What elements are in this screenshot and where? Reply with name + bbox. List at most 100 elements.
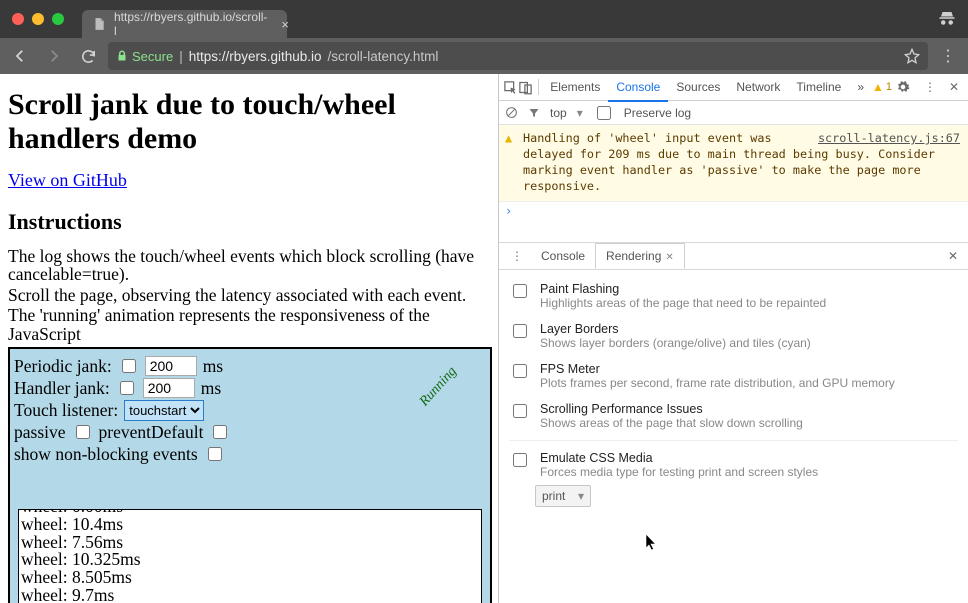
devtools-tab-strip: Elements Console Sources Network Timelin… (499, 74, 968, 101)
devtools-close-icon[interactable]: ✕ (944, 80, 964, 94)
instructions-p3: The 'running' animation represents the r… (8, 306, 490, 343)
fps-meter-checkbox[interactable] (513, 364, 527, 378)
console-context[interactable]: top (550, 106, 567, 120)
close-window-button[interactable] (12, 13, 24, 25)
rendering-option: Scrolling Performance IssuesShows areas … (509, 396, 958, 436)
rendering-title: FPS Meter (540, 362, 895, 376)
rendering-desc: Plots frames per second, frame rate dist… (540, 376, 895, 390)
handler-jank-checkbox[interactable] (120, 381, 134, 395)
console-filter-bar: top ▾ Preserve log (499, 101, 968, 125)
reload-button[interactable] (74, 42, 102, 70)
devtools-tab-network[interactable]: Network (728, 74, 788, 100)
rendering-desc: Highlights areas of the page that need t… (540, 296, 826, 310)
demo-panel: Periodic jank: ms Handler jank: ms Touch… (8, 347, 492, 603)
touch-listener-select[interactable]: touchstart (124, 400, 204, 421)
devtools-settings-icon[interactable] (896, 80, 916, 94)
rendering-option: FPS MeterPlots frames per second, frame … (509, 356, 958, 396)
forward-button[interactable] (40, 42, 68, 70)
warning-triangle-icon: ▲ (505, 131, 512, 147)
filter-icon[interactable] (528, 107, 540, 119)
traffic-lights (12, 13, 64, 25)
devtools-drawer-tabstrip: ⋮ Console Rendering✕ ✕ (499, 242, 968, 270)
scrolling-issues-checkbox[interactable] (513, 404, 527, 418)
preventdefault-label: preventDefault (99, 422, 204, 443)
preserve-log-label: Preserve log (624, 106, 691, 120)
browser-menu-button[interactable]: ⋮ (934, 46, 962, 66)
rendering-title: Layer Borders (540, 322, 811, 336)
rendering-title: Scrolling Performance Issues (540, 402, 803, 416)
device-toolbar-icon[interactable] (518, 75, 533, 99)
lock-icon: Secure (116, 49, 173, 64)
page-heading: Scroll jank due to touch/wheel handlers … (8, 88, 490, 156)
instructions-heading: Instructions (8, 209, 490, 235)
preserve-log-checkbox[interactable] (597, 106, 611, 120)
browser-tab[interactable]: https://rbyers.github.io/scroll-l × (82, 10, 287, 38)
nonblocking-label: show non-blocking events (14, 444, 198, 465)
handler-unit: ms (201, 378, 221, 399)
emulate-css-media-checkbox[interactable] (513, 453, 527, 467)
url-host: https://rbyers.github.io (189, 49, 322, 64)
periodic-jank-checkbox[interactable] (122, 359, 136, 373)
warning-count-badge[interactable]: ▲1 (872, 80, 892, 94)
content-split: Scroll jank due to touch/wheel handlers … (0, 74, 968, 603)
devtools-tab-elements[interactable]: Elements (542, 74, 608, 100)
rendering-desc: Shows areas of the page that slow down s… (540, 416, 803, 430)
back-button[interactable] (6, 42, 34, 70)
console-warning-message[interactable]: ▲ scroll-latency.js:67 Handling of 'whee… (499, 125, 968, 202)
inspect-element-icon[interactable] (503, 75, 518, 99)
css-media-select[interactable]: print▾ (535, 485, 591, 507)
warning-source-link[interactable]: scroll-latency.js:67 (818, 131, 960, 147)
instructions-p1: The log shows the touch/wheel events whi… (8, 247, 490, 284)
devtools-tab-console[interactable]: Console (608, 74, 668, 102)
devtools-tab-sources[interactable]: Sources (668, 74, 728, 100)
periodic-jank-input[interactable] (145, 356, 197, 376)
minimize-window-button[interactable] (32, 13, 44, 25)
paint-flashing-checkbox[interactable] (513, 284, 527, 298)
level-dropdown-icon[interactable]: ▾ (577, 106, 583, 120)
console-prompt[interactable]: › (499, 202, 968, 220)
event-log[interactable]: wheel: 0.00ms wheel: 10.4ms wheel: 7.56m… (18, 509, 482, 603)
incognito-icon (938, 10, 956, 26)
tab-title: https://rbyers.github.io/scroll-l (114, 10, 267, 38)
github-link[interactable]: View on GitHub (8, 170, 127, 190)
chevron-down-icon: ▾ (578, 489, 584, 503)
page-icon (92, 17, 106, 31)
nonblocking-checkbox[interactable] (208, 447, 222, 461)
drawer-tab-close-icon[interactable]: ✕ (665, 252, 673, 263)
handler-jank-input[interactable] (143, 378, 195, 398)
window-titlebar: https://rbyers.github.io/scroll-l × (0, 0, 968, 38)
browser-tabstrip: https://rbyers.github.io/scroll-l × (82, 10, 287, 38)
rendering-desc: Shows layer borders (orange/olive) and t… (540, 336, 811, 350)
preventdefault-checkbox[interactable] (213, 425, 227, 439)
periodic-jank-label: Periodic jank: (14, 356, 112, 377)
rendering-title: Paint Flashing (540, 282, 826, 296)
drawer-tab-console[interactable]: Console (531, 244, 595, 268)
devtools-dock-menu-icon[interactable]: ⋮ (920, 80, 940, 94)
layer-borders-checkbox[interactable] (513, 324, 527, 338)
rendering-option: Layer BordersShows layer borders (orange… (509, 316, 958, 356)
instructions-p2: Scroll the page, observing the latency a… (8, 286, 490, 304)
devtools-tabs-overflow-icon[interactable]: » (849, 74, 872, 100)
log-line: wheel: 9.7ms (21, 587, 479, 603)
clear-console-icon[interactable] (505, 106, 518, 119)
browser-toolbar: Secure | https://rbyers.github.io/scroll… (0, 38, 968, 74)
rendering-title: Emulate CSS Media (540, 451, 818, 465)
rendering-drawer: Paint FlashingHighlights areas of the pa… (499, 270, 968, 513)
zoom-window-button[interactable] (52, 13, 64, 25)
periodic-unit: ms (203, 356, 223, 377)
drawer-tab-rendering[interactable]: Rendering✕ (595, 243, 685, 269)
bookmark-star-icon[interactable] (904, 48, 920, 64)
log-line: wheel: 10.4ms (21, 516, 479, 534)
tab-close-icon[interactable]: × (281, 17, 289, 32)
address-bar[interactable]: Secure | https://rbyers.github.io/scroll… (108, 42, 928, 70)
rendering-desc: Forces media type for testing print and … (540, 465, 818, 479)
rendering-option: Emulate CSS MediaForces media type for t… (509, 440, 958, 485)
passive-checkbox[interactable] (76, 425, 90, 439)
url-path: /scroll-latency.html (328, 49, 439, 64)
devtools-panel: Elements Console Sources Network Timelin… (498, 74, 968, 603)
rendered-page: Scroll jank due to touch/wheel handlers … (0, 74, 498, 603)
drawer-close-icon[interactable]: ✕ (942, 249, 964, 263)
secure-label: Secure (132, 49, 173, 64)
drawer-menu-icon[interactable]: ⋮ (503, 249, 531, 263)
devtools-tab-timeline[interactable]: Timeline (788, 74, 849, 100)
